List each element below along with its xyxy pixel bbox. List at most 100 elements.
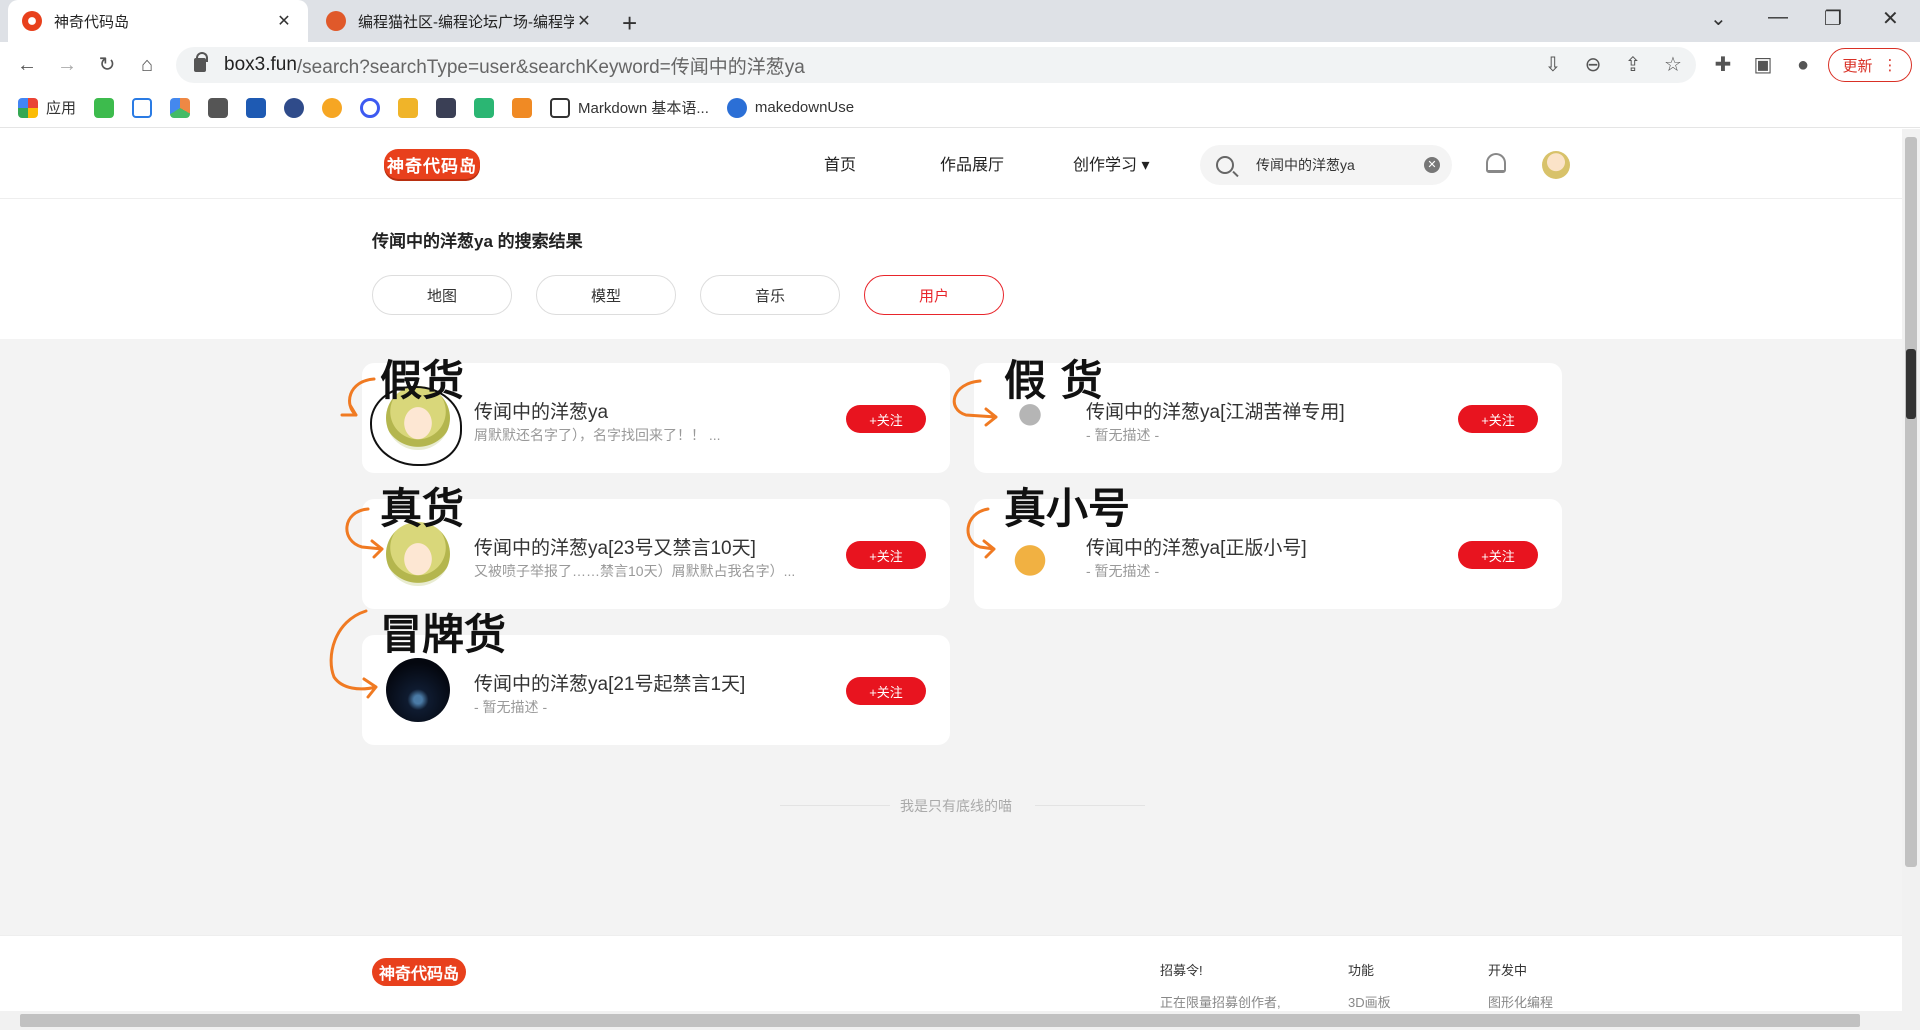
gear-bookmark-icon[interactable] <box>284 97 305 118</box>
tab-users[interactable]: 用户 <box>864 275 1004 315</box>
tools-icon[interactable] <box>208 97 229 118</box>
forward-icon[interactable]: → <box>54 52 80 78</box>
side-panel-icon[interactable]: ▣ <box>1750 52 1776 78</box>
footer-col-item[interactable]: 3D画板 <box>1348 992 1391 1011</box>
space-avatar[interactable] <box>386 658 450 722</box>
lock-icon <box>194 52 208 72</box>
bell-icon[interactable] <box>1486 153 1506 173</box>
user-desc: - 暂无描述 - <box>1086 563 1160 579</box>
annotation-fake-2: 假 货 <box>1004 356 1103 405</box>
site-footer: 神奇代码岛 招募令! 正在限量招募创作者, 功能 3D画板 开发中 图形化编程 <box>0 935 1902 1011</box>
site-logo[interactable]: 神奇代码岛 <box>384 149 480 179</box>
green-doc-icon[interactable] <box>474 97 495 118</box>
search-icon[interactable] <box>1216 156 1234 174</box>
follow-button[interactable]: +关注 <box>846 541 926 569</box>
pinwheel-icon[interactable] <box>170 97 191 118</box>
avatar[interactable] <box>1542 151 1570 179</box>
user-desc: - 暂无描述 - <box>474 699 548 715</box>
tab-search-chevron-icon[interactable]: ⌄ <box>1710 6 1727 31</box>
share-icon[interactable]: ⇪ <box>1620 52 1646 78</box>
user-desc: 又被喷子举报了……禁言10天）屑默默占我名字）... <box>474 563 796 579</box>
update-button[interactable]: 更新 ⋮ <box>1828 48 1912 82</box>
reload-icon[interactable]: ↻ <box>94 52 120 78</box>
minimize-icon[interactable]: — <box>1768 6 1788 29</box>
bookmark-label: makedownUse <box>754 99 855 116</box>
c-logo-icon[interactable] <box>322 97 343 118</box>
follow-button[interactable]: +关注 <box>846 405 926 433</box>
user-name[interactable]: 传闻中的洋葱ya <box>474 397 608 424</box>
scrollbar-thumb[interactable] <box>20 1014 1860 1027</box>
profile-icon[interactable]: ● <box>1790 52 1816 78</box>
user-name[interactable]: 传闻中的洋葱ya[江湖苦禅专用] <box>1086 397 1345 424</box>
runner-icon[interactable] <box>132 97 153 118</box>
footer-col-item[interactable]: 图形化编程 <box>1488 992 1553 1011</box>
url-path: /search?searchType=user&searchKeyword=传闻… <box>296 56 805 78</box>
scrollbar-thumb[interactable] <box>1905 137 1917 867</box>
vertical-scrollbar[interactable] <box>1902 129 1920 1011</box>
user-name[interactable]: 传闻中的洋葱ya[正版小号] <box>1086 533 1307 560</box>
nav-learn[interactable]: 创作学习 ▾ <box>1073 151 1149 175</box>
page-title: 传闻中的洋葱ya 的搜索结果 <box>372 232 583 251</box>
tab-maps[interactable]: 地图 <box>372 275 512 315</box>
nav-gallery[interactable]: 作品展厅 <box>940 151 1004 175</box>
bookmark-apps[interactable]: 应用 <box>18 97 76 118</box>
tab-music[interactable]: 音乐 <box>700 275 840 315</box>
user-name[interactable]: 传闻中的洋葱ya[23号又禁言10天] <box>474 533 756 560</box>
url-domain: box3.fun <box>224 54 297 75</box>
arrow-mark <box>952 379 998 427</box>
user-desc: - 暂无描述 - <box>1086 427 1160 443</box>
address-bar[interactable]: box3.fun/search?searchType=user&searchKe… <box>176 47 1696 83</box>
user-name[interactable]: 传闻中的洋葱ya[21号起禁言1天] <box>474 669 745 696</box>
layers-icon[interactable] <box>436 97 457 118</box>
close-icon[interactable]: ✕ <box>274 11 294 31</box>
arrow-mark <box>340 377 376 417</box>
follow-button[interactable]: +关注 <box>1458 541 1538 569</box>
close-window-icon[interactable]: ✕ <box>1882 6 1899 31</box>
q-logo-icon[interactable] <box>360 97 381 118</box>
install-app-icon[interactable]: ⇩ <box>1540 52 1566 78</box>
footer-col-item[interactable]: 正在限量招募创作者, <box>1160 992 1281 1011</box>
shield-icon[interactable] <box>398 97 419 118</box>
bookmark-markdown[interactable]: Markdown 基本语... <box>550 97 709 118</box>
site-header: 神奇代码岛 首页 作品展厅 创作学习 ▾ ✕ <box>0 129 1902 199</box>
annotation-genuine-alt: 真小号 <box>1004 484 1131 533</box>
footer-col-title: 开发中 <box>1488 963 1528 978</box>
bookmark-label: Markdown 基本语... <box>578 100 709 117</box>
bookmark-star-icon[interactable]: ☆ <box>1660 52 1686 78</box>
orange-grid-icon[interactable] <box>512 97 533 118</box>
annotation-impostor: 冒牌货 <box>380 610 507 659</box>
tab-shenqi[interactable]: 神奇代码岛 ✕ <box>8 0 308 42</box>
tab-strip: 神奇代码岛 ✕ 编程猫社区-编程论坛广场-编程学 ✕ + ⌄ — ❐ ✕ <box>0 0 1920 42</box>
update-label: 更新 <box>1842 57 1873 75</box>
divider-right <box>1035 805 1145 806</box>
android-icon[interactable] <box>94 97 115 118</box>
home-icon[interactable]: ⌂ <box>134 52 160 78</box>
arrow-mark <box>345 507 384 559</box>
new-tab-icon[interactable]: + <box>622 8 637 39</box>
follow-button[interactable]: +关注 <box>846 677 926 705</box>
bookmark-makedownuse[interactable]: makedownUse <box>726 97 855 118</box>
runner-blue-icon[interactable] <box>246 97 267 118</box>
footer-logo[interactable]: 神奇代码岛 <box>372 958 466 986</box>
extensions-icon[interactable]: ✚ <box>1710 52 1736 78</box>
site-search-box: ✕ <box>1200 145 1452 185</box>
browser-toolbar: ← → ↻ ⌂ box3.fun/search?searchType=user&… <box>0 42 1920 88</box>
back-icon[interactable]: ← <box>14 52 40 78</box>
horizontal-scrollbar[interactable] <box>0 1011 1920 1030</box>
markdown-icon <box>550 97 571 118</box>
tab-codemao[interactable]: 编程猫社区-编程论坛广场-编程学 ✕ <box>312 0 608 42</box>
restore-icon[interactable]: ❐ <box>1824 6 1842 31</box>
side-widget[interactable] <box>1906 349 1916 419</box>
edge-icon <box>726 97 747 118</box>
zoom-icon[interactable]: ⊖ <box>1580 52 1606 78</box>
tab-models[interactable]: 模型 <box>536 275 676 315</box>
apps-grid-icon <box>18 97 38 118</box>
box3-favicon-icon <box>22 11 42 31</box>
follow-button[interactable]: +关注 <box>1458 405 1538 433</box>
nav-home[interactable]: 首页 <box>824 151 856 175</box>
arrow-mark <box>329 609 378 699</box>
clear-search-icon[interactable]: ✕ <box>1424 157 1440 173</box>
end-of-results-text: 我是只有底线的喵 <box>900 798 1012 814</box>
search-input[interactable] <box>1256 157 1416 173</box>
close-icon[interactable]: ✕ <box>574 11 594 31</box>
